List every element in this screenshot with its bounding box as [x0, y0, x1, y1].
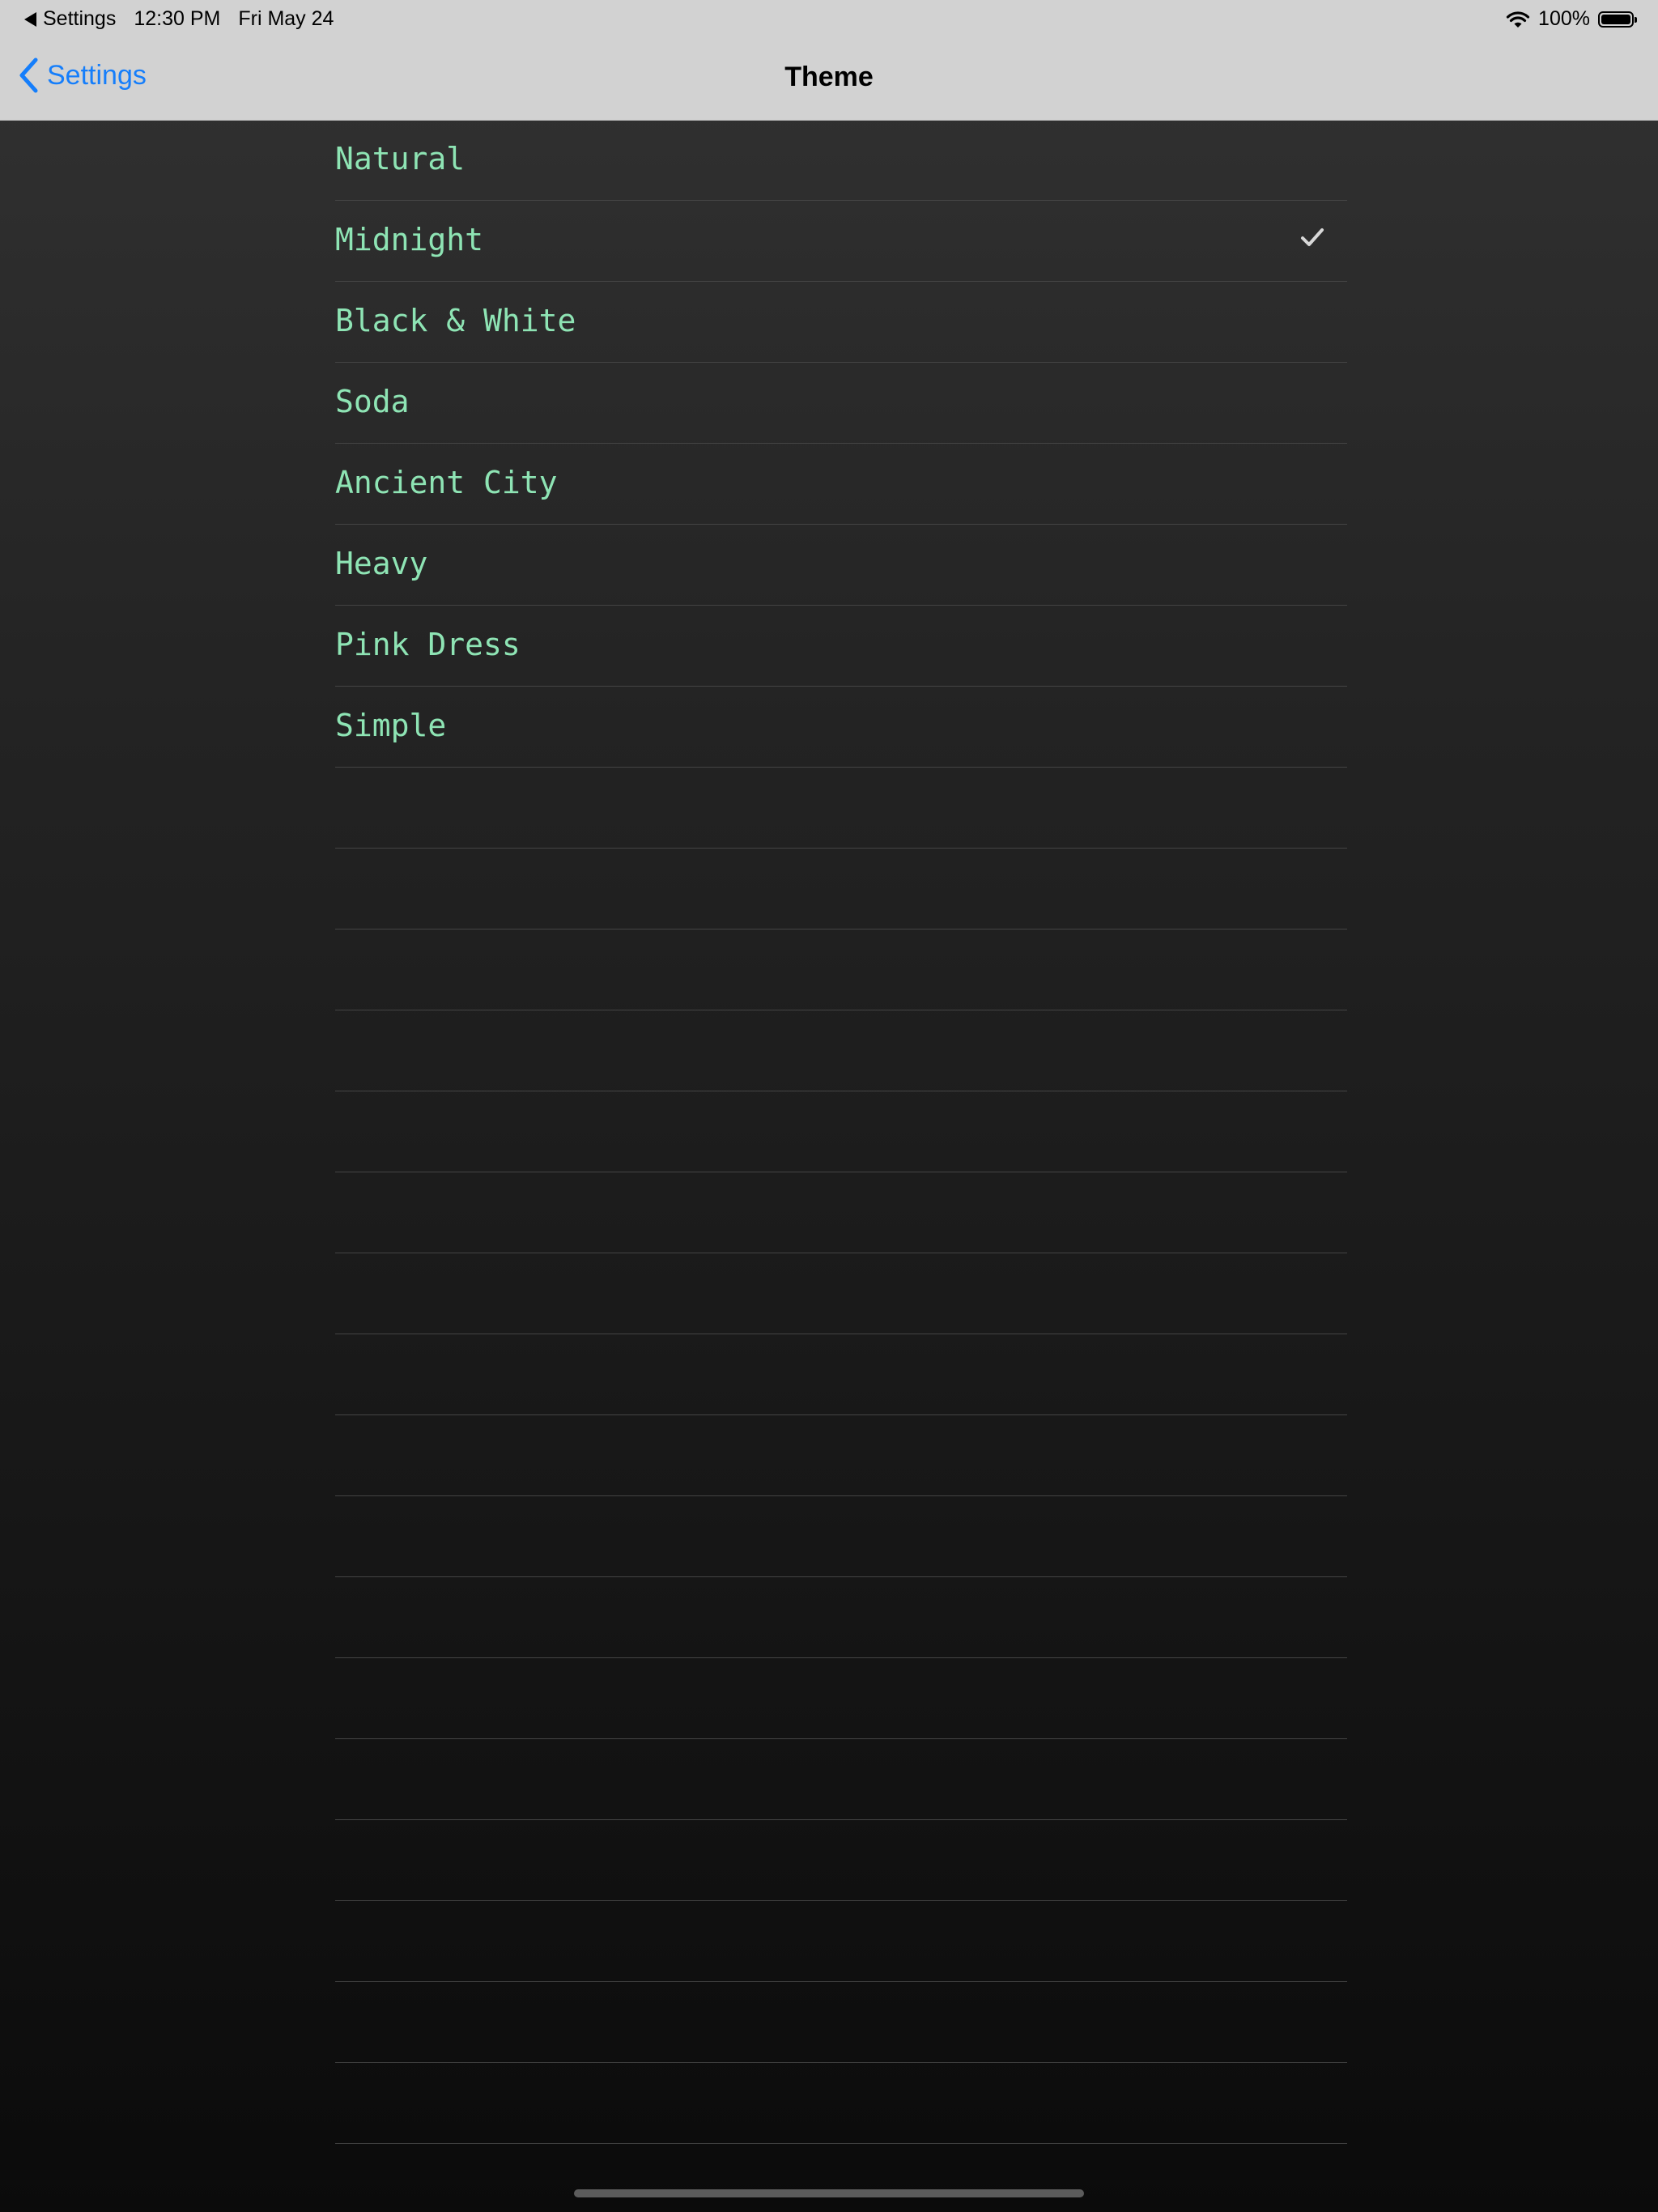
- theme-label: Ancient City: [335, 465, 558, 500]
- theme-label: Midnight: [335, 222, 484, 257]
- empty-row: [335, 1010, 1347, 1091]
- status-bar-right: 100%: [1506, 7, 1637, 31]
- status-bar-left: Settings 12:30 PM Fri May 24: [24, 7, 334, 31]
- wifi-icon: [1506, 11, 1530, 28]
- empty-row: [335, 1253, 1347, 1334]
- theme-row[interactable]: Black & White: [335, 282, 1347, 363]
- theme-row[interactable]: Heavy: [335, 525, 1347, 606]
- checkmark-icon: [1301, 228, 1324, 246]
- status-bar: Settings 12:30 PM Fri May 24 100%: [0, 0, 1658, 39]
- home-indicator[interactable]: [574, 2189, 1084, 2197]
- theme-row[interactable]: Pink Dress: [335, 606, 1347, 687]
- empty-row: [335, 929, 1347, 1010]
- empty-row: [335, 1496, 1347, 1577]
- back-to-app-label[interactable]: Settings: [43, 7, 116, 31]
- empty-row: [335, 1415, 1347, 1496]
- empty-row: [335, 2063, 1347, 2144]
- navigation-bar: Settings Theme: [0, 39, 1658, 120]
- theme-label: Simple: [335, 708, 447, 743]
- theme-row[interactable]: Soda: [335, 363, 1347, 444]
- battery-level: [1601, 14, 1630, 24]
- theme-label: Heavy: [335, 546, 428, 581]
- battery-percent: 100%: [1538, 7, 1590, 30]
- empty-row: [335, 849, 1347, 929]
- empty-row: [335, 1172, 1347, 1253]
- top-bar: Settings 12:30 PM Fri May 24 100% Settin…: [0, 0, 1658, 121]
- empty-row: [335, 1982, 1347, 2063]
- battery-icon: [1598, 11, 1637, 28]
- empty-row: [335, 1658, 1347, 1739]
- back-to-app-icon[interactable]: [24, 11, 36, 27]
- theme-label: Natural: [335, 141, 466, 177]
- theme-list: Natural Midnight Black & White Soda Ancient …: [335, 120, 1347, 2144]
- theme-row[interactable]: Ancient City: [335, 444, 1347, 525]
- empty-row: [335, 768, 1347, 849]
- empty-row: [335, 1091, 1347, 1172]
- theme-row[interactable]: Midnight: [335, 201, 1347, 282]
- theme-row[interactable]: Natural: [335, 120, 1347, 201]
- empty-row: [335, 1739, 1347, 1820]
- empty-row: [335, 1901, 1347, 1982]
- theme-label: Pink Dress: [335, 627, 521, 662]
- theme-row[interactable]: Simple: [335, 687, 1347, 768]
- empty-row: [335, 1334, 1347, 1415]
- status-date: Fri May 24: [238, 7, 334, 30]
- empty-row: [335, 1820, 1347, 1901]
- theme-label: Black & White: [335, 303, 576, 338]
- page-title: Theme: [784, 62, 874, 92]
- status-time: 12:30 PM: [134, 7, 221, 30]
- empty-row: [335, 1577, 1347, 1658]
- theme-label: Soda: [335, 384, 410, 419]
